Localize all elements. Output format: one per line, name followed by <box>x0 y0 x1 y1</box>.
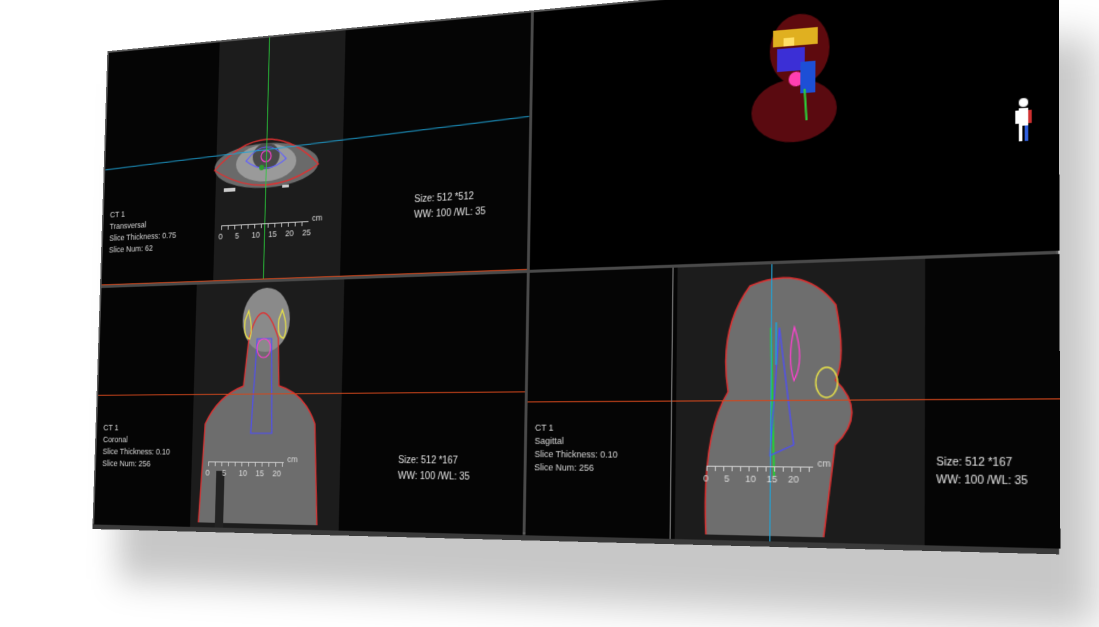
3d-head-render <box>751 11 837 145</box>
axial-tick: 20 <box>285 228 294 239</box>
render-3d-viewport[interactable] <box>529 0 1060 270</box>
coronal-tick: 20 <box>272 468 282 479</box>
coronal-tick: 15 <box>255 468 265 479</box>
coronal-size: Size: 512 *167 <box>398 455 458 467</box>
viewer-window: CT 1 Transversal Slice Thickness: 0.75 S… <box>92 0 1061 549</box>
sagittal-size: Size: 512 *167 <box>936 456 1013 470</box>
sagittal-tick: 20 <box>788 473 799 485</box>
sagittal-info-block: CT 1 Sagittal Slice Thickness: 0.10 Slic… <box>534 422 618 476</box>
axial-ruler-unit: cm <box>311 212 323 223</box>
sagittal-slice-number: Slice Num: 256 <box>534 462 594 473</box>
sagittal-viewport[interactable]: CT 1 Sagittal Slice Thickness: 0.10 Slic… <box>525 254 1061 549</box>
coronal-tick: 10 <box>238 468 248 478</box>
orientation-figure-icon <box>1015 97 1032 142</box>
coronal-ruler-unit: cm <box>287 454 298 465</box>
sagittal-orientation: Sagittal <box>534 435 564 447</box>
axial-size-block: Size: 512 *512 WW: 100 /WL: 35 <box>414 189 486 224</box>
axial-tick: 5 <box>234 231 240 241</box>
sagittal-ruler-unit: cm <box>817 457 831 469</box>
coronal-tick: 0 <box>205 467 210 478</box>
sagittal-window-level: WW: 100 /WL: 35 <box>936 474 1028 488</box>
coronal-ct-image <box>94 286 527 535</box>
coronal-slice-number: Slice Num: 256 <box>102 458 151 469</box>
axial-tick: 15 <box>268 229 277 239</box>
coronal-size-block: Size: 512 *167 WW: 100 /WL: 35 <box>398 453 470 485</box>
sagittal-ct-label: CT 1 <box>534 422 554 433</box>
coronal-window-level: WW: 100 /WL: 35 <box>397 470 470 483</box>
axial-info-block: CT 1 Transversal Slice Thickness: 0.75 S… <box>109 206 177 257</box>
sagittal-tick: 5 <box>724 473 730 484</box>
axial-tick: 10 <box>251 230 261 240</box>
sagittal-tick: 10 <box>745 473 756 485</box>
axial-tick: 0 <box>218 231 223 242</box>
coronal-orientation: Coronal <box>102 434 128 445</box>
coronal-viewport[interactable]: CT 1 Coronal Slice Thickness: 0.10 Slice… <box>94 272 527 536</box>
coronal-info-block: CT 1 Coronal Slice Thickness: 0.10 Slice… <box>102 422 171 470</box>
coronal-tick: 5 <box>221 468 227 478</box>
coronal-slice-thickness: Slice Thickness: 0.10 <box>102 446 171 457</box>
sagittal-tick: 0 <box>703 473 709 484</box>
axial-tick: 25 <box>302 227 311 238</box>
coronal-scale-ruler: cm 0 5 10 15 20 <box>205 454 297 478</box>
perspective-stage: CT 1 Transversal Slice Thickness: 0.75 S… <box>92 0 1061 549</box>
sagittal-size-block: Size: 512 *167 WW: 100 /WL: 35 <box>936 454 1028 491</box>
axial-viewport[interactable]: CT 1 Transversal Slice Thickness: 0.75 S… <box>101 12 532 286</box>
sagittal-slice-thickness: Slice Thickness: 0.10 <box>534 448 618 460</box>
coronal-ct-label: CT 1 <box>103 423 119 433</box>
sagittal-tick: 15 <box>766 473 778 485</box>
sagittal-scale-ruler: cm 0 5 10 15 20 <box>703 458 830 485</box>
